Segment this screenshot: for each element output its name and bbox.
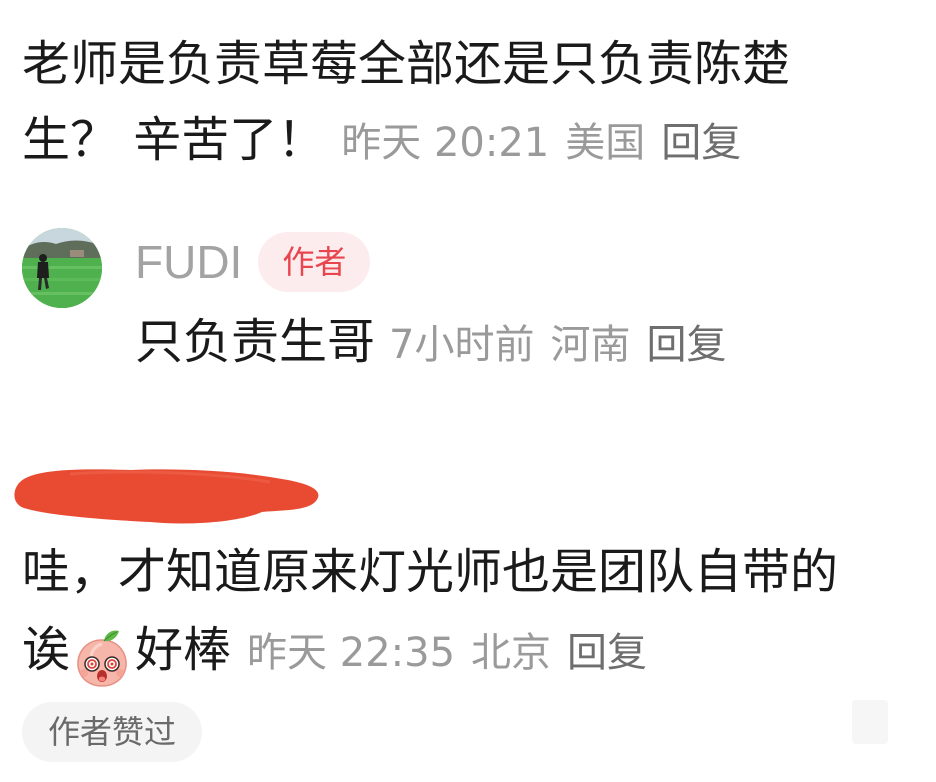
comment-last-line: 生？ 辛苦了！ 昨天 20:21 美国 回复: [22, 102, 790, 189]
comment-time: 昨天 22:35: [247, 630, 456, 676]
reply-button[interactable]: 回复: [567, 630, 647, 676]
peach-face-emoji-icon: [72, 628, 132, 688]
author-badge: 作者: [258, 232, 371, 292]
username[interactable]: FUDI: [135, 235, 242, 289]
comment-item: 老师是负责草莓全部还是只负责陈楚 生？ 辛苦了！ 昨天 20:21 美国 回复: [22, 26, 790, 189]
reply-button[interactable]: 回复: [646, 322, 726, 368]
comment-last-line: 诶 好棒 昨天 22:35 北京 回复: [22, 611, 838, 700]
avatar[interactable]: [22, 228, 102, 308]
reply-text: 只负责生哥: [135, 314, 376, 370]
reply-item: 只负责生哥 7小时前 河南 回复: [135, 312, 726, 383]
reply-location: 河南: [550, 322, 631, 368]
reply-time: 7小时前: [389, 322, 535, 368]
comment-text-fragment: 诶: [22, 622, 71, 678]
comment-thread: 老师是负责草莓全部还是只负责陈楚 生？ 辛苦了！ 昨天 20:21 美国 回复 FUD…: [0, 0, 936, 782]
comment-location: 北京: [471, 630, 552, 676]
faint-artifact: [852, 700, 888, 744]
comment-time: 昨天 20:21: [341, 120, 550, 166]
comment-location: 美国: [565, 120, 646, 166]
avatar-photo-icon: [22, 228, 102, 308]
comment-text-line: 生？ 辛苦了！: [22, 112, 326, 168]
red-scribble-redaction-icon: [14, 469, 319, 524]
comment-text-line: 哇，才知道原来灯光师也是团队自带的: [22, 544, 839, 600]
comment-text-fragment: 好棒: [135, 622, 232, 678]
reply-header: FUDI 作者: [135, 232, 371, 292]
comment-item: 哇，才知道原来灯光师也是团队自带的 诶 好棒 昨天 22:35 北京 回复: [22, 533, 838, 700]
comment-text-line: 老师是负责草莓全部还是只负责陈楚: [22, 36, 791, 92]
reply-button[interactable]: 回复: [661, 120, 741, 166]
author-liked-badge: 作者赞过: [22, 702, 203, 762]
